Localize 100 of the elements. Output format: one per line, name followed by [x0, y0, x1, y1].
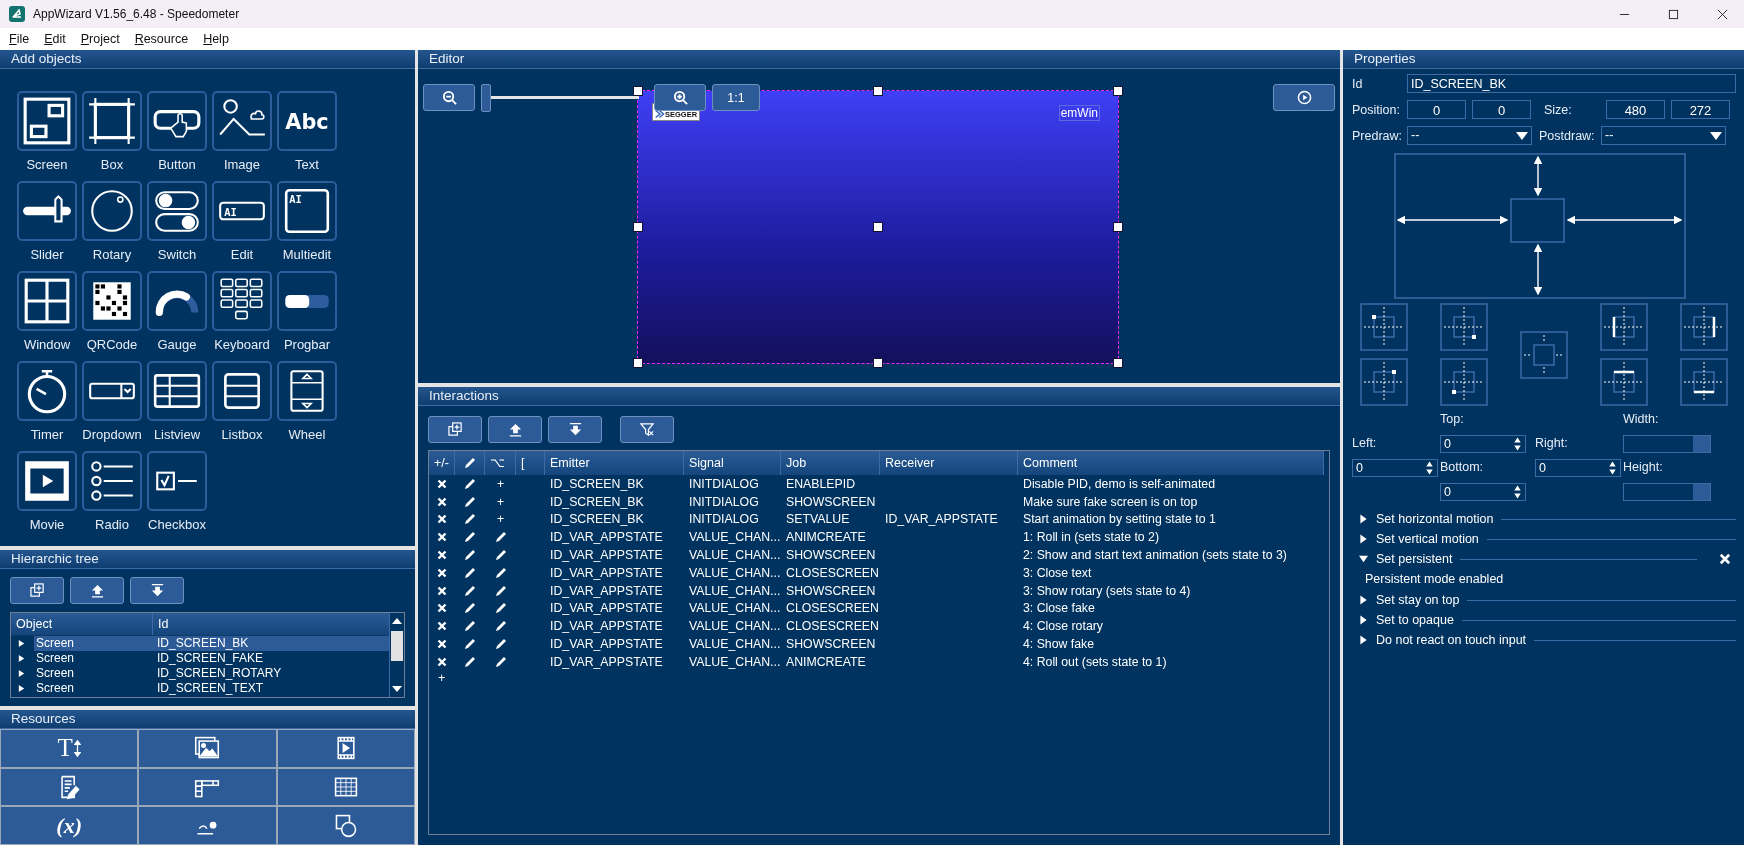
delete-icon[interactable] — [437, 478, 447, 489]
pencil-icon[interactable] — [463, 619, 477, 634]
position-field[interactable]: 0 — [1472, 100, 1531, 119]
postdraw-dropdown[interactable]: -- — [1601, 126, 1726, 145]
section-header[interactable]: Set horizontal motion — [1376, 512, 1494, 526]
object-tile-button[interactable] — [17, 361, 77, 421]
play-button[interactable] — [1273, 84, 1335, 111]
column-header[interactable]: +/- — [429, 451, 455, 475]
pencil-icon[interactable] — [463, 637, 477, 652]
resource-button[interactable] — [1, 768, 138, 806]
tree-item[interactable]: Screen ID_SCREEN_TEXT — [34, 681, 389, 696]
resize-handle[interactable] — [633, 86, 643, 96]
object-tile-button[interactable] — [17, 181, 77, 241]
expand-icon[interactable] — [1359, 534, 1368, 544]
move-up-button[interactable] — [70, 577, 124, 604]
tree-item[interactable]: Screen ID_SCREEN_BK — [34, 636, 389, 651]
pencil-icon[interactable] — [463, 476, 477, 491]
column-header[interactable]: Id — [153, 613, 169, 635]
expand-icon[interactable] — [17, 684, 26, 693]
expand-icon[interactable] — [1359, 635, 1368, 645]
object-tile-button[interactable] — [277, 361, 337, 421]
object-tile-button[interactable] — [82, 91, 142, 151]
pencil-icon[interactable] — [463, 494, 477, 509]
object-tile-button[interactable] — [17, 451, 77, 511]
position-field[interactable]: 0 — [1407, 100, 1466, 119]
object-tile-button[interactable] — [82, 181, 142, 241]
resize-handle[interactable] — [873, 86, 883, 96]
delete-icon[interactable] — [437, 621, 447, 632]
pencil-icon[interactable] — [493, 654, 508, 669]
expand-icon[interactable] — [1359, 615, 1368, 625]
menu-item[interactable]: File — [9, 32, 30, 46]
pencil-icon[interactable] — [493, 619, 508, 634]
pencil-icon[interactable] — [463, 548, 477, 563]
delete-icon[interactable] — [437, 585, 447, 596]
tree-item[interactable]: Screen ID_SCREEN_FAKE — [34, 651, 389, 666]
add-button[interactable] — [10, 577, 64, 604]
object-tile-button[interactable] — [147, 451, 207, 511]
size-field[interactable]: 480 — [1606, 100, 1665, 119]
section-header[interactable]: Set vertical motion — [1376, 532, 1479, 546]
pencil-icon[interactable] — [493, 601, 508, 616]
pencil-icon[interactable] — [493, 548, 508, 563]
filter-button[interactable] — [620, 416, 674, 443]
pencil-icon[interactable] — [463, 654, 477, 669]
resize-handle[interactable] — [1113, 222, 1123, 232]
slider-thumb[interactable] — [481, 84, 491, 112]
section-header[interactable]: Set persistent — [1376, 552, 1453, 566]
add-button[interactable] — [428, 416, 482, 443]
object-tile-button[interactable] — [147, 361, 207, 421]
move-down-button[interactable] — [548, 416, 602, 443]
column-header[interactable]: Signal — [684, 451, 781, 475]
bottom-spinbox[interactable]: 0 — [1440, 483, 1526, 501]
scroll-up-icon[interactable] — [392, 617, 402, 625]
pencil-icon[interactable] — [463, 601, 477, 616]
collapse-icon[interactable] — [1359, 554, 1368, 564]
move-up-button[interactable] — [488, 416, 542, 443]
top-spinbox[interactable]: 0 — [1440, 435, 1526, 453]
resize-handle[interactable] — [873, 358, 883, 368]
object-tile-button[interactable] — [17, 271, 77, 331]
object-tile-button[interactable] — [277, 271, 337, 331]
move-down-button[interactable] — [130, 577, 184, 604]
anchor-button[interactable] — [1360, 303, 1408, 351]
anchor-button[interactable] — [1440, 358, 1488, 406]
resource-button[interactable] — [277, 807, 414, 844]
delete-icon[interactable] — [437, 656, 447, 667]
column-header[interactable]: Receiver — [880, 451, 1018, 475]
zoom-out-button[interactable] — [423, 84, 475, 111]
resource-button[interactable] — [139, 768, 276, 806]
delete-icon[interactable] — [437, 550, 447, 561]
object-tile-button[interactable] — [82, 451, 142, 511]
expand-icon[interactable] — [17, 639, 26, 648]
add-row-button[interactable]: + — [438, 670, 446, 685]
resource-button[interactable]: (x) — [1, 807, 138, 844]
delete-icon[interactable] — [437, 514, 447, 525]
anchor-button[interactable] — [1600, 303, 1648, 351]
zoom-reset-button[interactable]: 1:1 — [712, 84, 760, 111]
predraw-dropdown[interactable]: -- — [1407, 126, 1532, 145]
anchor-button[interactable] — [1600, 358, 1648, 406]
object-tile-button[interactable] — [82, 361, 142, 421]
pencil-icon[interactable] — [493, 565, 508, 580]
section-header[interactable]: Do not react on touch input — [1376, 633, 1527, 647]
anchor-button[interactable] — [1440, 303, 1488, 351]
section-header[interactable]: Set to opaque — [1376, 613, 1454, 627]
left-spinbox[interactable]: 0 — [1352, 459, 1438, 477]
column-header[interactable]: Emitter — [545, 451, 684, 475]
delete-icon[interactable] — [437, 567, 447, 578]
column-header[interactable]: Comment — [1018, 451, 1324, 475]
resize-handle[interactable] — [1113, 86, 1123, 96]
object-tile-button[interactable] — [147, 181, 207, 241]
resource-button[interactable]: T — [1, 730, 138, 767]
resize-handle[interactable] — [873, 222, 883, 232]
id-field[interactable]: ID_SCREEN_BK — [1407, 74, 1736, 93]
menu-item[interactable]: Resource — [134, 32, 189, 46]
resize-handle[interactable] — [633, 222, 643, 232]
column-header[interactable]: [ — [516, 451, 545, 475]
pencil-icon[interactable] — [493, 583, 508, 598]
pencil-icon[interactable] — [493, 530, 508, 545]
pencil-icon[interactable] — [463, 583, 477, 598]
zoom-in-button[interactable] — [654, 84, 706, 111]
object-tile-button[interactable] — [147, 271, 207, 331]
expand-icon[interactable] — [1359, 595, 1368, 605]
